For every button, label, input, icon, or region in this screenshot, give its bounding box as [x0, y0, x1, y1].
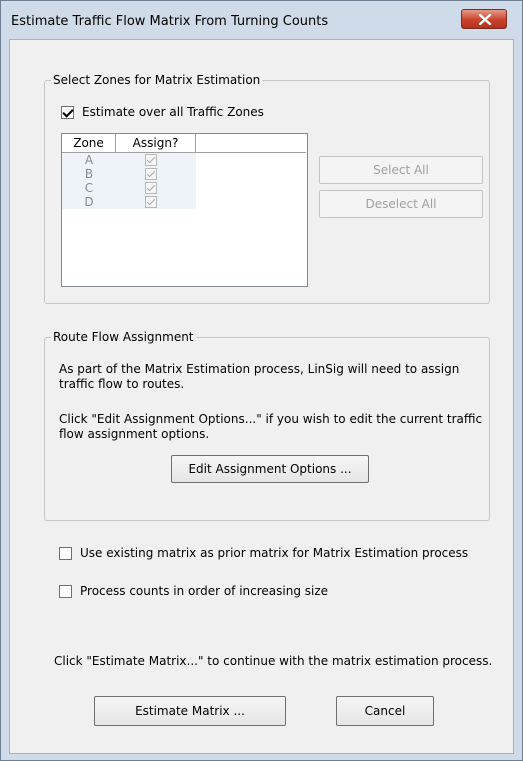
column-header-zone[interactable]: Zone	[62, 134, 116, 152]
select-all-button[interactable]: Select All	[319, 156, 483, 184]
increasing-size-checkbox[interactable]	[59, 584, 72, 598]
footer-instructions: Click "Estimate Matrix..." to continue w…	[54, 654, 493, 668]
route-assignment-group: Route Flow Assignment As part of the Mat…	[44, 330, 490, 521]
zones-group: Select Zones for Matrix Estimation Estim…	[44, 73, 490, 304]
increasing-size-checkbox-label: Process counts in order of increasing si…	[80, 584, 329, 598]
table-row[interactable]: A	[62, 153, 196, 167]
all-zones-checkbox[interactable]	[61, 105, 74, 119]
estimate-matrix-button[interactable]: Estimate Matrix ...	[94, 696, 286, 726]
zones-table-body: A B C D	[62, 153, 196, 209]
all-zones-checkbox-label: Estimate over all Traffic Zones	[82, 105, 264, 119]
assign-checkbox	[145, 182, 157, 194]
zones-table-header: Zone Assign?	[62, 134, 306, 153]
route-group-label: Route Flow Assignment	[51, 330, 196, 344]
assign-checkbox	[145, 168, 157, 180]
table-row[interactable]: C	[62, 181, 196, 195]
edit-assignment-options-button[interactable]: Edit Assignment Options ...	[171, 455, 369, 483]
zone-cell: A	[84, 153, 94, 167]
close-button[interactable]	[461, 9, 507, 29]
table-row[interactable]: D	[62, 195, 196, 209]
route-description: As part of the Matrix Estimation process…	[59, 362, 460, 391]
dialog-window: Estimate Traffic Flow Matrix From Turnin…	[0, 0, 523, 761]
prior-matrix-checkbox-row[interactable]: Use existing matrix as prior matrix for …	[59, 546, 505, 560]
zone-cell: B	[84, 167, 94, 181]
zone-cell: D	[84, 195, 94, 209]
title-bar[interactable]: Estimate Traffic Flow Matrix From Turnin…	[1, 1, 522, 37]
deselect-all-button[interactable]: Deselect All	[319, 190, 483, 218]
window-title: Estimate Traffic Flow Matrix From Turnin…	[11, 14, 329, 29]
all-zones-checkbox-row[interactable]: Estimate over all Traffic Zones	[61, 105, 264, 119]
prior-matrix-checkbox-label: Use existing matrix as prior matrix for …	[80, 546, 469, 560]
dialog-body: Select Zones for Matrix Estimation Estim…	[9, 39, 514, 754]
zones-table[interactable]: Zone Assign? A B C D	[61, 133, 308, 287]
prior-matrix-checkbox[interactable]	[59, 546, 72, 560]
zones-group-label: Select Zones for Matrix Estimation	[51, 73, 263, 87]
assign-checkbox	[145, 196, 157, 208]
route-edit-hint: Click "Edit Assignment Options..." if yo…	[59, 412, 483, 441]
cancel-button[interactable]: Cancel	[336, 696, 434, 726]
zone-cell: C	[84, 181, 94, 195]
table-row[interactable]: B	[62, 167, 196, 181]
close-icon	[478, 14, 492, 25]
assign-checkbox	[145, 154, 157, 166]
increasing-size-checkbox-row[interactable]: Process counts in order of increasing si…	[59, 584, 328, 598]
column-header-assign[interactable]: Assign?	[116, 134, 196, 152]
